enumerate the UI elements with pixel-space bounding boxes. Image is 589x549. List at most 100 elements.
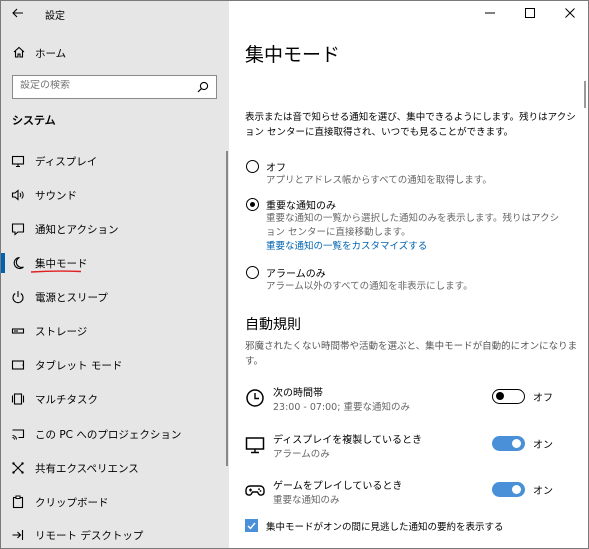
storage-icon: [11, 328, 25, 334]
clipboard-icon: [12, 495, 24, 509]
sidebar-item-label: 電源とスリープ: [35, 292, 108, 304]
search-field[interactable]: [12, 75, 217, 99]
sidebar-item-label: ディスプレイ: [35, 156, 98, 168]
rule-title: ディスプレイを複製しているとき: [273, 435, 422, 446]
option-description: アプリとアドレス帳からすべての通知を取得します。: [266, 175, 492, 186]
settings-window: 設定 ホーム システム ディスプレイ サウンド 通知とアクション 集中モード: [0, 0, 589, 549]
section-title: システム: [12, 114, 56, 127]
window-controls: [470, 1, 588, 27]
clock-icon: [246, 389, 264, 407]
back-button[interactable]: [7, 3, 29, 23]
option-label: 重要な通知のみ: [266, 201, 336, 212]
notification-icon: [11, 223, 25, 236]
rule-toggle[interactable]: [492, 436, 525, 451]
summary-checkbox[interactable]: [245, 519, 258, 532]
sidebar-scrollbar[interactable]: [226, 151, 228, 466]
maximize-icon: [525, 8, 535, 18]
rule-title: ゲームをプレイしているとき: [273, 481, 403, 492]
multitask-icon: [11, 393, 25, 405]
sidebar-item-label: クリップボード: [35, 497, 109, 509]
sidebar-item-remote-desktop[interactable]: リモート デスクトップ: [1, 520, 227, 548]
remote-desktop-icon: [12, 530, 24, 540]
arrow-left-icon: [12, 8, 23, 18]
sidebar-item-power[interactable]: 電源とスリープ: [1, 282, 227, 312]
close-button[interactable]: [550, 1, 588, 25]
sidebar-item-label: マルチタスク: [35, 394, 98, 406]
toggle-state: オン: [533, 440, 553, 451]
sidebar-item-label: サウンド: [35, 190, 77, 202]
gamepad-icon: [245, 485, 265, 496]
monitor-icon: [245, 437, 265, 454]
sidebar-item-projection[interactable]: この PC へのプロジェクション: [1, 419, 227, 449]
rule-toggle[interactable]: [492, 482, 525, 497]
checkmark-icon: [247, 522, 256, 530]
option-description: 重要な通知の一覧から選択した通知のみを表示します。残りはアクション センターに直…: [266, 212, 566, 254]
toggle-state: オフ: [533, 393, 553, 404]
option-description-text: 重要な通知の一覧から選択した通知のみを表示します。残りはアクション センターに直…: [266, 213, 560, 238]
titlebar-left: 設定: [1, 1, 229, 27]
auto-rules-heading: 自動規則: [245, 317, 301, 333]
option-label: アラームのみ: [266, 269, 326, 280]
rule-subtitle[interactable]: 重要な通知のみ: [273, 492, 340, 506]
speaker-icon: [11, 189, 24, 201]
home-icon: [13, 46, 25, 58]
monitor-icon: [11, 155, 25, 168]
close-icon: [565, 8, 575, 18]
auto-rules-description: 邪魔されたくない時間帯や活動を選ぶと、集中モードが自動的にオンになります。: [245, 341, 578, 367]
sidebar-item-display[interactable]: ディスプレイ: [1, 146, 227, 176]
summary-checkbox-row[interactable]: 集中モードがオンの間に見逃した通知の要約を表示する: [245, 518, 580, 536]
maximize-button[interactable]: [510, 1, 550, 25]
sidebar-item-sound[interactable]: サウンド: [1, 180, 227, 210]
tablet-icon: [11, 360, 25, 370]
toggle-knob: [512, 439, 521, 448]
moon-icon: [13, 256, 24, 270]
summary-checkbox-label: 集中モードがオンの間に見逃した通知の要約を表示する: [266, 522, 504, 533]
sidebar-item-label: リモート デスクトップ: [35, 530, 144, 542]
shared-icon: [12, 462, 24, 474]
radio-button[interactable]: [246, 266, 259, 279]
rule-subtitle[interactable]: 23:00 - 07:00; 重要な通知のみ: [273, 399, 410, 413]
sidebar: 設定 ホーム システム ディスプレイ サウンド 通知とアクション 集中モード: [1, 1, 229, 548]
sidebar-item-clipboard[interactable]: クリップボード: [1, 487, 227, 517]
annotation-underline: [30, 270, 82, 273]
sidebar-item-label: 通知とアクション: [35, 224, 119, 236]
page-description: 表示または音で知らせる通知を選び、集中できるようにします。残りはアクション セン…: [245, 112, 576, 138]
option-label: オフ: [266, 163, 286, 174]
sidebar-item-label: 集中モード: [35, 258, 88, 270]
projection-icon: [12, 429, 25, 440]
radio-dot: [250, 202, 255, 207]
option-description: アラーム以外のすべての通知を非表示にします。: [266, 281, 473, 292]
customize-priority-link[interactable]: 重要な通知の一覧をカスタマイズする: [266, 241, 427, 252]
radio-button[interactable]: [246, 160, 259, 173]
sidebar-item-label: 共有エクスペリエンス: [35, 463, 139, 475]
rule-toggle[interactable]: [492, 389, 525, 404]
sidebar-item-label: ストレージ: [35, 326, 88, 338]
sidebar-item-label: タブレット モード: [35, 360, 123, 372]
sidebar-item-tablet[interactable]: タブレット モード: [1, 350, 227, 380]
sidebar-item-label: ホーム: [35, 48, 67, 60]
minimize-icon: [485, 12, 495, 14]
rule-playing-game[interactable]: ゲームをプレイしているとき 重要な通知のみ オン: [245, 477, 580, 511]
power-icon: [12, 291, 24, 304]
page-title: 集中モード: [245, 44, 341, 66]
toggle-state: オン: [533, 486, 553, 497]
main-content: 集中モード 表示または音で知らせる通知を選び、集中できるようにします。残りはアク…: [229, 1, 588, 548]
sidebar-item-focus-assist[interactable]: 集中モード: [1, 248, 227, 278]
rule-subtitle[interactable]: アラームのみ: [273, 446, 330, 460]
search-input[interactable]: [20, 80, 180, 91]
active-indicator: [1, 253, 5, 273]
radio-button-selected[interactable]: [246, 198, 259, 211]
toggle-knob: [512, 485, 521, 494]
rule-time-window[interactable]: 次の時間帯 23:00 - 07:00; 重要な通知のみ オフ: [245, 384, 580, 418]
sidebar-item-storage[interactable]: ストレージ: [1, 316, 227, 346]
sidebar-item-multitask[interactable]: マルチタスク: [1, 384, 227, 414]
search-icon: [197, 81, 209, 93]
rule-title: 次の時間帯: [273, 388, 323, 399]
minimize-button[interactable]: [470, 1, 510, 25]
sidebar-item-shared-experiences[interactable]: 共有エクスペリエンス: [1, 453, 227, 483]
main-scrollbar[interactable]: [584, 81, 586, 108]
sidebar-item-home[interactable]: ホーム: [1, 41, 229, 65]
sidebar-item-notifications[interactable]: 通知とアクション: [1, 214, 227, 244]
rule-duplicating-display[interactable]: ディスプレイを複製しているとき アラームのみ オン: [245, 431, 580, 465]
toggle-knob: [496, 392, 504, 400]
